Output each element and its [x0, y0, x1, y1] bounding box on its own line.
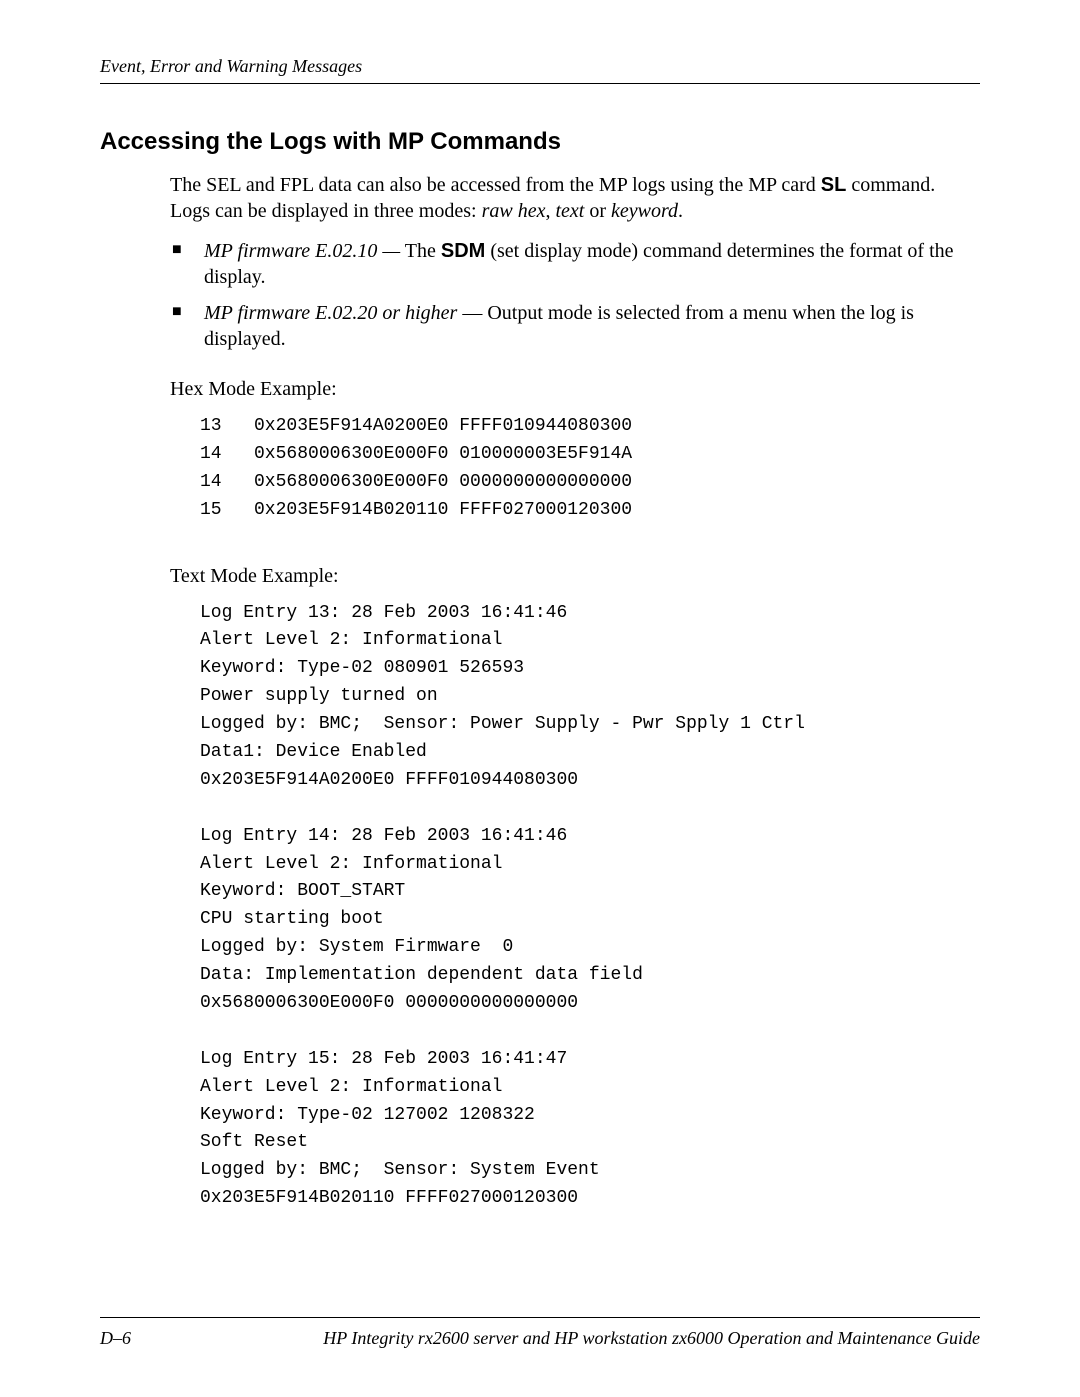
body-content: The SEL and FPL data can also be accesse… [170, 172, 974, 1213]
bullet1-bold-sdm: SDM [441, 240, 485, 262]
bullet-list: MP firmware E.02.10 — The SDM (set displ… [170, 238, 974, 352]
bullet1-em: MP firmware E.02.10 — [204, 240, 400, 262]
text-mode-output: Log Entry 13: 28 Feb 2003 16:41:46 Alert… [200, 600, 974, 1214]
page-header: Event, Error and Warning Messages [100, 56, 980, 84]
bullet-item-2: MP firmware E.02.20 or higher — Output m… [170, 300, 974, 352]
hex-mode-label: Hex Mode Example: [170, 378, 974, 401]
intro-sep2: or [584, 200, 611, 222]
intro-bold-sl: SL [821, 174, 847, 196]
bullet2-em: MP firmware E.02.20 or higher [204, 302, 457, 324]
footer-doc-title: HP Integrity rx2600 server and HP workst… [323, 1328, 980, 1349]
page-footer: D–6 HP Integrity rx2600 server and HP wo… [100, 1317, 980, 1349]
intro-mode3: keyword [611, 200, 678, 222]
text-mode-label: Text Mode Example: [170, 565, 974, 588]
intro-paragraph: The SEL and FPL data can also be accesse… [170, 172, 974, 224]
bullet1-pre: The [400, 240, 441, 262]
intro-mode2: text [555, 200, 584, 222]
intro-sep1: , [545, 200, 555, 222]
section-title: Accessing the Logs with MP Commands [100, 128, 980, 156]
intro-end: . [678, 200, 683, 222]
hex-mode-output: 13 0x203E5F914A0200E0 FFFF010944080300 1… [200, 413, 974, 525]
intro-part1: The SEL and FPL data can also be accesse… [170, 174, 821, 196]
header-text: Event, Error and Warning Messages [100, 56, 362, 76]
intro-mode1: raw hex [482, 200, 546, 222]
footer-page-number: D–6 [100, 1328, 131, 1349]
bullet-item-1: MP firmware E.02.10 — The SDM (set displ… [170, 238, 974, 290]
